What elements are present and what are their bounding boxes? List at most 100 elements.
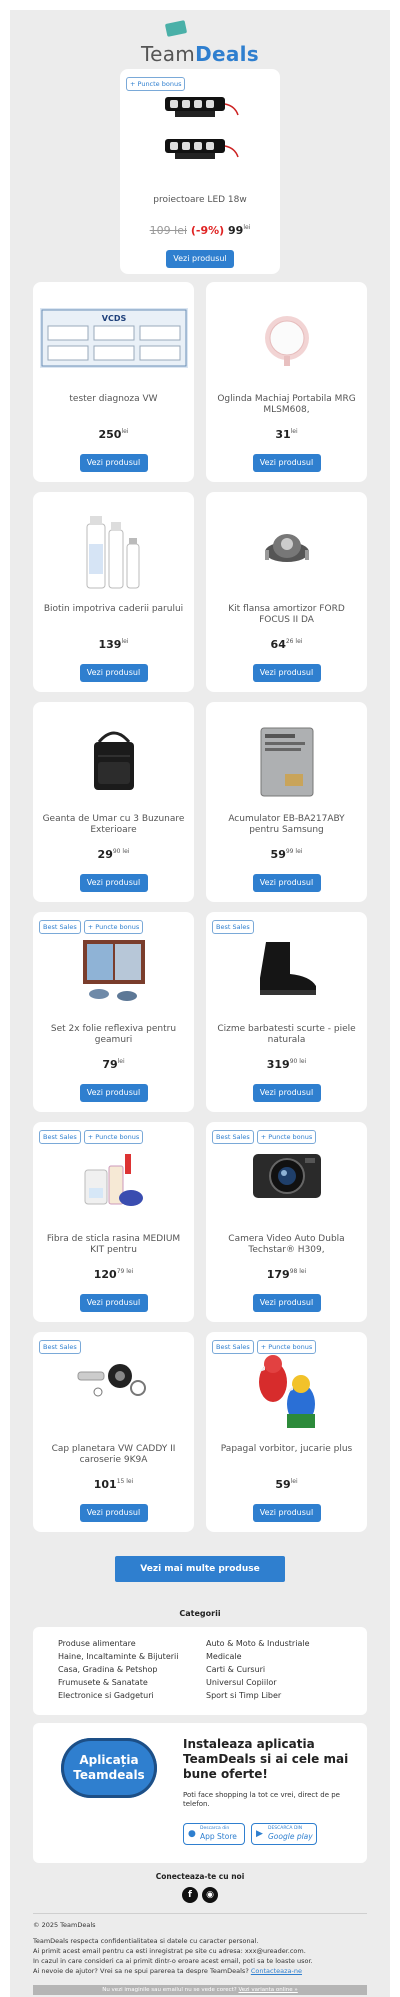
app-promo-title: Instaleaza aplicatia TeamDeals si ai cel… <box>183 1737 349 1781</box>
product-name[interactable]: Cizme barbatesti scurte - piele naturala <box>212 1024 361 1046</box>
app-store-button[interactable]: ● Descarca din App Store <box>183 1823 245 1845</box>
price-value: 99 <box>228 224 244 237</box>
category-link[interactable]: Medicale <box>206 1650 310 1663</box>
app-store-label: App Store <box>200 1832 237 1841</box>
price-value: 250 <box>98 428 122 441</box>
category-link[interactable]: Auto & Moto & Industriale <box>206 1637 310 1650</box>
help-text: Ai nevoie de ajutor? Vrei sa ne spui par… <box>33 1967 249 1975</box>
badge-row: Best Sales + Puncte bonus <box>39 1130 144 1144</box>
product-card: Best Sales + Puncte bonus Fibra de sticla … <box>33 1122 194 1322</box>
category-link[interactable]: Haine, Incaltaminte & Bijuterii <box>58 1650 178 1663</box>
product-image[interactable] <box>247 1352 327 1442</box>
price-decimals-currency: 90 lei <box>289 1058 307 1065</box>
view-online-link[interactable]: Vezi varianta online » <box>238 1987 297 1993</box>
instagram-icon[interactable]: ◉ <box>202 1887 218 1903</box>
product-image[interactable] <box>257 308 317 382</box>
window-film-icon <box>82 940 145 1001</box>
dashcam-icon <box>252 1154 321 1198</box>
category-link[interactable]: Sport si Timp Liber <box>206 1689 310 1702</box>
teamdeals-logo[interactable]: TeamDeals <box>10 20 390 66</box>
category-link[interactable]: Universul Copiilor <box>206 1676 310 1689</box>
price-decimals-currency: 98 lei <box>289 1268 307 1275</box>
product-card: Acumulator EB-BA217ABY pentru Samsung 599… <box>206 702 367 902</box>
copyright: © 2025 TeamDeals <box>33 1921 96 1929</box>
view-product-button[interactable]: Vezi produsul <box>252 1294 321 1312</box>
view-product-button[interactable]: Vezi produsul <box>79 664 148 682</box>
strut-mount-icon <box>264 534 309 562</box>
best-sales-badge: Best Sales <box>212 920 254 934</box>
product-name[interactable]: proiectoare LED 18w <box>126 195 274 206</box>
bonus-points-badge: + Puncte bonus <box>126 77 186 91</box>
product-name[interactable]: Oglinda Machiaj Portabila MRG MLSM608, <box>212 394 361 416</box>
battery-icon <box>260 727 313 797</box>
view-product-button[interactable]: Vezi produsul <box>79 454 148 472</box>
view-product-button[interactable]: Vezi produsul <box>79 874 148 892</box>
price-value: 29 <box>97 848 113 861</box>
led-bar-icon <box>165 97 239 117</box>
more-products-button[interactable]: Vezi mai multe produse <box>115 1556 285 1582</box>
price-decimals-currency: lei <box>121 638 129 645</box>
view-product-button[interactable]: Vezi produsul <box>79 1294 148 1312</box>
category-link[interactable]: Casa, Gradina & Petshop <box>58 1663 178 1676</box>
product-name[interactable]: Kit flansa amortizor FORD FOCUS II DA <box>212 604 361 626</box>
product-image[interactable] <box>252 938 322 1002</box>
facebook-icon[interactable]: f <box>182 1887 198 1903</box>
product-card: Best Sales Cizme barbatesti scurte - piel… <box>206 912 367 1112</box>
product-price: 59lei <box>206 1478 367 1491</box>
view-product-button[interactable]: Vezi produsul <box>79 1504 148 1522</box>
app-promo-card: Aplicația Teamdeals Instaleaza aplicatia… <box>33 1723 367 1863</box>
featured-product-card: + Puncte bonus proiectoare LED 18w 109 l… <box>120 69 280 274</box>
view-product-button[interactable]: Vezi produsul <box>79 1084 148 1102</box>
product-name[interactable]: Acumulator EB-BA217ABY pentru Samsung <box>212 814 361 836</box>
product-image[interactable] <box>79 514 149 598</box>
product-name[interactable]: Papagal vorbitor, jucarie plus <box>212 1444 361 1466</box>
footer-line: Ai primit acest email pentru ca esti inr… <box>33 1947 306 1955</box>
product-name[interactable]: Biotin impotriva caderii parului <box>39 604 188 626</box>
bonus-points-badge: + Puncte bonus <box>83 920 144 934</box>
bottles-icon <box>86 516 139 589</box>
categories-title: Categorii <box>179 1609 221 1618</box>
product-image[interactable] <box>79 938 149 1012</box>
view-product-button[interactable]: Vezi produsul <box>252 1084 321 1102</box>
product-name[interactable]: Set 2x folie reflexiva pentru geamuri <box>39 1024 188 1046</box>
google-play-button[interactable]: ▶ DESCARCA DIN Google play <box>251 1823 317 1845</box>
product-name[interactable]: Fibra de sticla rasina MEDIUM KIT pentru <box>39 1234 188 1256</box>
app-badge-line2: Teamdeals <box>73 1768 145 1782</box>
view-product-button[interactable]: Vezi produsul <box>252 874 321 892</box>
category-link[interactable]: Carti & Cursuri <box>206 1663 310 1676</box>
price-value: 139 <box>98 638 122 651</box>
product-image[interactable] <box>257 518 317 582</box>
product-image[interactable] <box>255 724 319 804</box>
app-promo-text: Poti face shopping la tot ce vrei, direc… <box>183 1791 340 1808</box>
category-link[interactable]: Produse alimentare <box>58 1637 178 1650</box>
logo-text-deals: Deals <box>195 42 259 66</box>
price-value: 319 <box>266 1058 290 1071</box>
view-product-button[interactable]: Vezi produsul <box>252 454 321 472</box>
product-name[interactable]: Cap planetara VW CADDY II caroserie 9K9A <box>39 1444 188 1466</box>
view-product-button[interactable]: Vezi produsul <box>166 250 234 268</box>
contact-link[interactable]: Contacteaza-ne <box>251 1967 302 1975</box>
category-link[interactable]: Frumusete & Sanatate <box>58 1676 178 1689</box>
product-image[interactable] <box>150 91 250 171</box>
product-image[interactable]: VCDS <box>39 308 188 372</box>
product-image[interactable] <box>84 728 144 802</box>
product-name[interactable]: tester diagnoza VW <box>39 394 188 416</box>
product-card: Best Sales + Puncte bonus Papagal vorbitor… <box>206 1332 367 1532</box>
app-promo-badge[interactable]: Aplicația Teamdeals <box>61 1738 157 1798</box>
product-card: Geanta de Umar cu 3 Buzunare Exterioare 2… <box>33 702 194 902</box>
category-link[interactable]: Electronice si Gadgeturi <box>58 1689 178 1702</box>
product-image[interactable] <box>74 1358 154 1406</box>
product-name[interactable]: Geanta de Umar cu 3 Buzunare Exterioare <box>39 814 188 836</box>
footer-line: Ai nevoie de ajutor? Vrei sa ne spui par… <box>33 1967 302 1976</box>
product-card: Best Sales + Puncte bonus Set 2x folie ref… <box>33 912 194 1112</box>
product-image[interactable] <box>249 1148 325 1208</box>
product-image[interactable] <box>79 1148 149 1218</box>
view-product-button[interactable]: Vezi produsul <box>252 1504 321 1522</box>
product-name[interactable]: Camera Video Auto Dubla Techstar® H309, <box>212 1234 361 1256</box>
app-badge-line1: Aplicația <box>79 1753 139 1767</box>
price-value: 59 <box>275 1478 291 1491</box>
view-product-button[interactable]: Vezi produsul <box>252 664 321 682</box>
logo-text-team: Team <box>141 42 196 66</box>
divider <box>33 1913 367 1914</box>
product-price: 10115 lei <box>33 1478 194 1491</box>
